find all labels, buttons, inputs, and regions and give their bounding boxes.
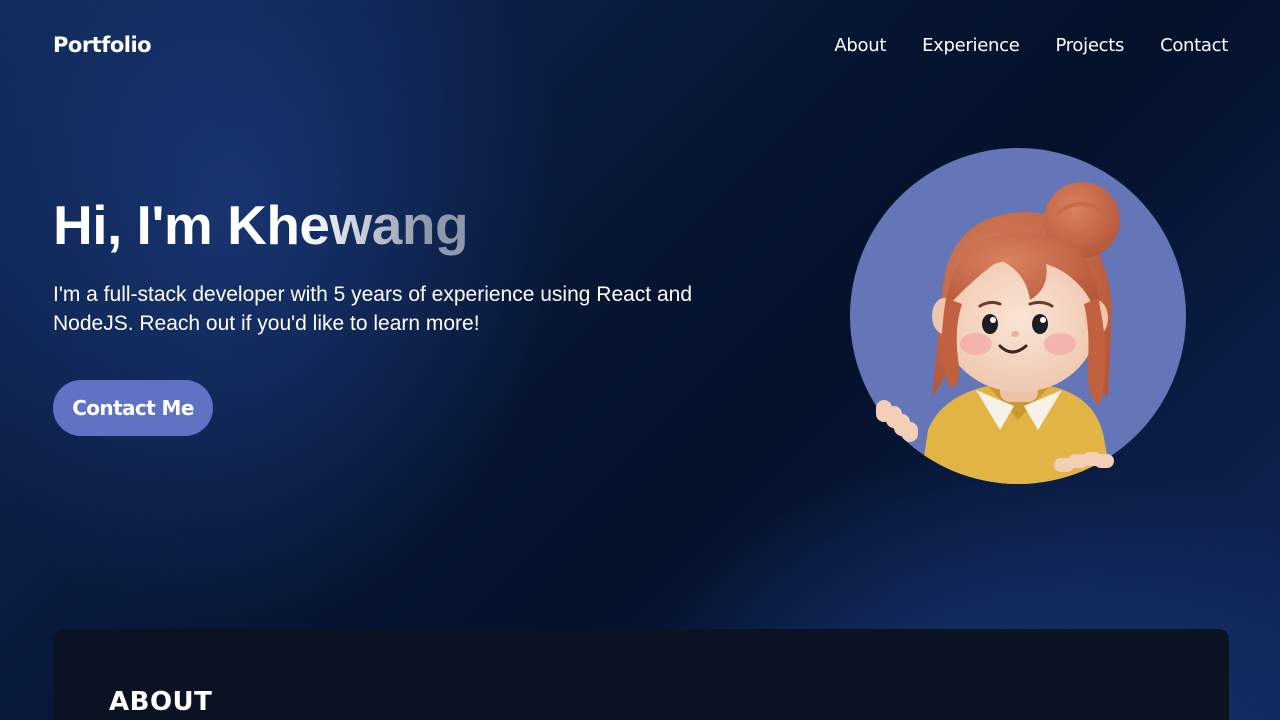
contact-me-button[interactable]: Contact Me: [53, 380, 213, 436]
avatar-illustration-icon: [850, 148, 1186, 484]
nav-link-experience[interactable]: Experience: [922, 35, 1020, 56]
about-section: ABOUT: [53, 629, 1229, 720]
hero-description: I'm a full-stack developer with 5 years …: [53, 283, 693, 335]
nav-link-projects[interactable]: Projects: [1055, 35, 1124, 56]
nav-link-contact[interactable]: Contact: [1160, 35, 1228, 56]
nav-link-about[interactable]: About: [834, 35, 886, 56]
hero-title: Hi, I'm Khewang: [53, 190, 469, 260]
about-heading: ABOUT: [109, 687, 213, 717]
navbar: Portfolio About Experience Projects Cont…: [0, 0, 1280, 90]
avatar: [850, 148, 1186, 484]
brand-logo-link[interactable]: Portfolio: [53, 33, 152, 57]
hero-section: Hi, I'm Khewang I'm a full-stack develop…: [53, 190, 813, 338]
nav-links: About Experience Projects Contact: [834, 35, 1228, 56]
